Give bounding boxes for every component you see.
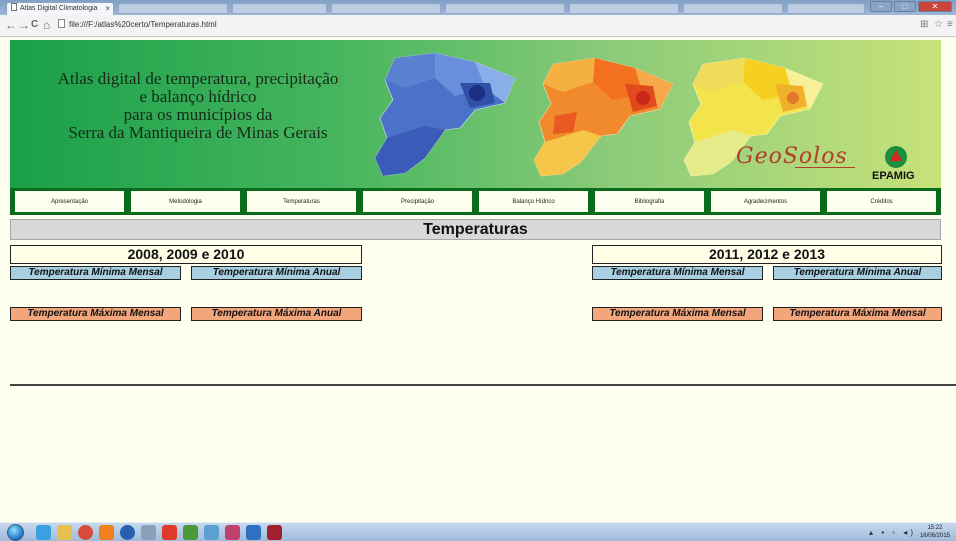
- app-icon[interactable]: [246, 525, 261, 540]
- nav-item-metodologia[interactable]: Metodologia: [130, 190, 241, 213]
- max-monthly-2008-button[interactable]: Temperatura Máxima Mensal: [10, 307, 181, 321]
- app-icon[interactable]: [141, 525, 156, 540]
- app-icon[interactable]: [204, 525, 219, 540]
- background-window-tab[interactable]: [569, 3, 679, 14]
- chrome-icon[interactable]: [78, 525, 93, 540]
- back-arrow-icon[interactable]: ←: [5, 19, 17, 31]
- tab-title: Atlas Digital Climatologia: [20, 5, 98, 12]
- nav-item-temperaturas[interactable]: Temperaturas: [246, 190, 357, 213]
- clock-date: 16/06/2015: [919, 533, 950, 539]
- address-bar[interactable]: file:///F:/atlas%20certo/Temperaturas.ht…: [58, 18, 217, 32]
- browser-tab[interactable]: Atlas Digital Climatologia ×: [6, 2, 114, 15]
- system-tray-icons[interactable]: ▴ ▪ ▫ ◂): [869, 528, 916, 537]
- media-player-icon[interactable]: [99, 525, 114, 540]
- app-icon[interactable]: [267, 525, 282, 540]
- internet-explorer-icon[interactable]: [36, 525, 51, 540]
- background-window-tab[interactable]: [232, 3, 327, 14]
- banner-title-line: para os municípios da: [123, 105, 273, 124]
- banner-title: Atlas digital de temperatura, precipitaç…: [28, 70, 368, 142]
- nav-item-balanco-hidrico[interactable]: Balanço Hídrico: [478, 190, 589, 213]
- app-icon[interactable]: [162, 525, 177, 540]
- max-monthly-2011-button[interactable]: Temperatura Máxima Mensal: [592, 307, 763, 321]
- divider-line: [10, 384, 956, 386]
- page-icon: [11, 3, 17, 11]
- clock[interactable]: 15:22 16/06/2015: [920, 524, 950, 540]
- star-icon[interactable]: ☆: [934, 19, 943, 30]
- app-icon[interactable]: [225, 525, 240, 540]
- reload-icon[interactable]: C: [31, 19, 38, 31]
- banner-title-line: Serra da Mantiqueira de Minas Gerais: [68, 123, 328, 142]
- banner-title-line: e balanço hídrico: [139, 87, 257, 106]
- file-explorer-icon[interactable]: [57, 525, 72, 540]
- min-monthly-2011-button[interactable]: Temperatura Mínima Mensal: [592, 266, 763, 280]
- period-title-2008-2010: 2008, 2009 e 2010: [10, 245, 362, 264]
- blue-temperature-map: [374, 52, 516, 177]
- translate-icon[interactable]: ⊞: [920, 19, 928, 30]
- geosolos-underline: [795, 167, 855, 168]
- banner-title-line: Atlas digital de temperatura, precipitaç…: [57, 69, 339, 88]
- maximize-icon[interactable]: □: [894, 1, 916, 12]
- url-text: file:///F:/atlas%20certo/Temperaturas.ht…: [69, 20, 217, 29]
- app-icon[interactable]: [120, 525, 135, 540]
- background-window-tab[interactable]: [683, 3, 783, 14]
- page-icon: [58, 19, 65, 28]
- max-annual-2008-button[interactable]: Temperatura Máxima Anual: [191, 307, 362, 321]
- min-annual-2008-button[interactable]: Temperatura Mínima Anual: [191, 266, 362, 280]
- nav-item-apresentacao[interactable]: Apresentação: [14, 190, 125, 213]
- geosolos-logo: GeoSolos: [736, 144, 848, 169]
- nav-item-agradecimentos[interactable]: Agradecimentos: [710, 190, 821, 213]
- forward-arrow-icon[interactable]: →: [18, 19, 30, 31]
- page-content: Atlas digital de temperatura, precipitaç…: [0, 37, 956, 522]
- browser-tab-strip: Atlas Digital Climatologia × – □ ✕: [0, 0, 956, 15]
- min-monthly-2008-button[interactable]: Temperatura Mínima Mensal: [10, 266, 181, 280]
- close-window-icon[interactable]: ✕: [918, 1, 952, 12]
- app-icon[interactable]: [183, 525, 198, 540]
- epamig-logo: EPAMIG: [872, 170, 915, 182]
- windows-taskbar: ▴ ▪ ▫ ◂) 15:22 16/06/2015: [0, 522, 956, 541]
- home-icon[interactable]: ⌂: [43, 19, 50, 31]
- browser-toolbar: ← → C ⌂ file:///F:/atlas%20certo/Tempera…: [0, 15, 956, 37]
- clock-time: 15:22: [927, 525, 943, 531]
- menu-icon[interactable]: ≡: [947, 19, 953, 30]
- tab-close-icon[interactable]: ×: [105, 3, 110, 15]
- background-window-tab[interactable]: [787, 3, 865, 14]
- nav-item-bibliografia[interactable]: Bibliografia: [594, 190, 705, 213]
- header-banner: Atlas digital de temperatura, precipitaç…: [10, 40, 941, 188]
- background-window-tab[interactable]: [445, 3, 565, 14]
- epamig-emblem-icon: [885, 146, 907, 168]
- background-window-tab[interactable]: [331, 3, 441, 14]
- min-annual-2011-button[interactable]: Temperatura Mínima Anual: [773, 266, 942, 280]
- nav-item-precipitacao[interactable]: Precipitação: [362, 190, 473, 213]
- section-title: Temperaturas: [10, 219, 941, 240]
- start-button-icon[interactable]: [7, 524, 24, 541]
- background-window-tab[interactable]: [118, 3, 228, 14]
- max-monthly-2011-second-button[interactable]: Temperatura Máxima Mensal: [773, 307, 942, 321]
- minimize-icon[interactable]: –: [870, 1, 892, 12]
- orange-temperature-map: [533, 57, 674, 177]
- main-navigation: Apresentação Metodologia Temperaturas Pr…: [10, 188, 941, 215]
- nav-item-creditos[interactable]: Créditos: [826, 190, 937, 213]
- period-title-2011-2013: 2011, 2012 e 2013: [592, 245, 942, 264]
